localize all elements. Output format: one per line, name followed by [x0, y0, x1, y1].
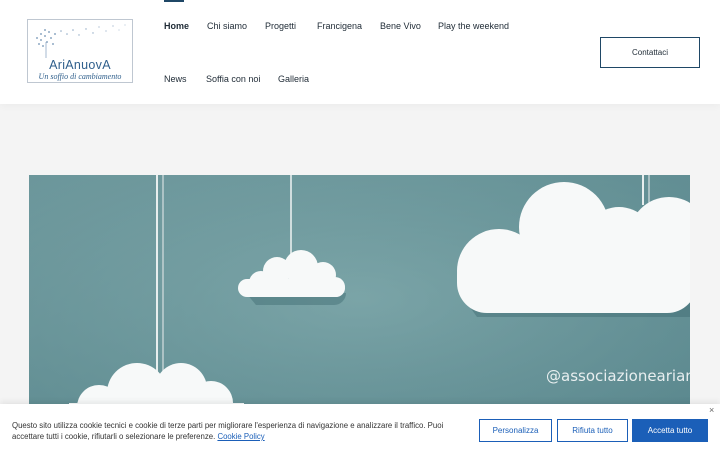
nav-play-the-weekend[interactable]: Play the weekend: [438, 21, 509, 31]
nav-francigena[interactable]: Francigena: [317, 21, 362, 31]
nav-soffia-con-noi[interactable]: Soffia con noi: [206, 74, 260, 84]
site-header: AriAnuovA Un soffio di cambiamento Home …: [0, 0, 720, 104]
cookie-policy-link[interactable]: Cookie Policy: [217, 432, 264, 441]
logo-tagline: Un soffio di cambiamento: [38, 72, 122, 81]
nav-active-indicator: [164, 0, 184, 2]
customize-button[interactable]: Personalizza: [479, 419, 552, 442]
logo-name: AriAnuovA: [49, 58, 111, 72]
accept-all-button[interactable]: Accetta tutto: [632, 419, 708, 442]
cookie-message: Questo sito utilizza cookie tecnici e co…: [12, 420, 462, 442]
nav-progetti[interactable]: Progetti: [265, 21, 296, 31]
nav-news[interactable]: News: [164, 74, 187, 84]
nav-galleria[interactable]: Galleria: [278, 74, 309, 84]
close-icon[interactable]: ×: [709, 405, 714, 415]
contact-button[interactable]: Contattaci: [600, 37, 700, 68]
nav-bene-vivo[interactable]: Bene Vivo: [380, 21, 421, 31]
cookie-banner: × Questo sito utilizza cookie tecnici e …: [0, 404, 720, 450]
hero-watermark: @associazionearianu: [546, 367, 690, 385]
site-logo[interactable]: AriAnuovA Un soffio di cambiamento: [27, 19, 133, 83]
reject-all-button[interactable]: Rifiuta tutto: [557, 419, 628, 442]
nav-chi-siamo[interactable]: Chi siamo: [207, 21, 247, 31]
nav-home[interactable]: Home: [164, 21, 189, 31]
